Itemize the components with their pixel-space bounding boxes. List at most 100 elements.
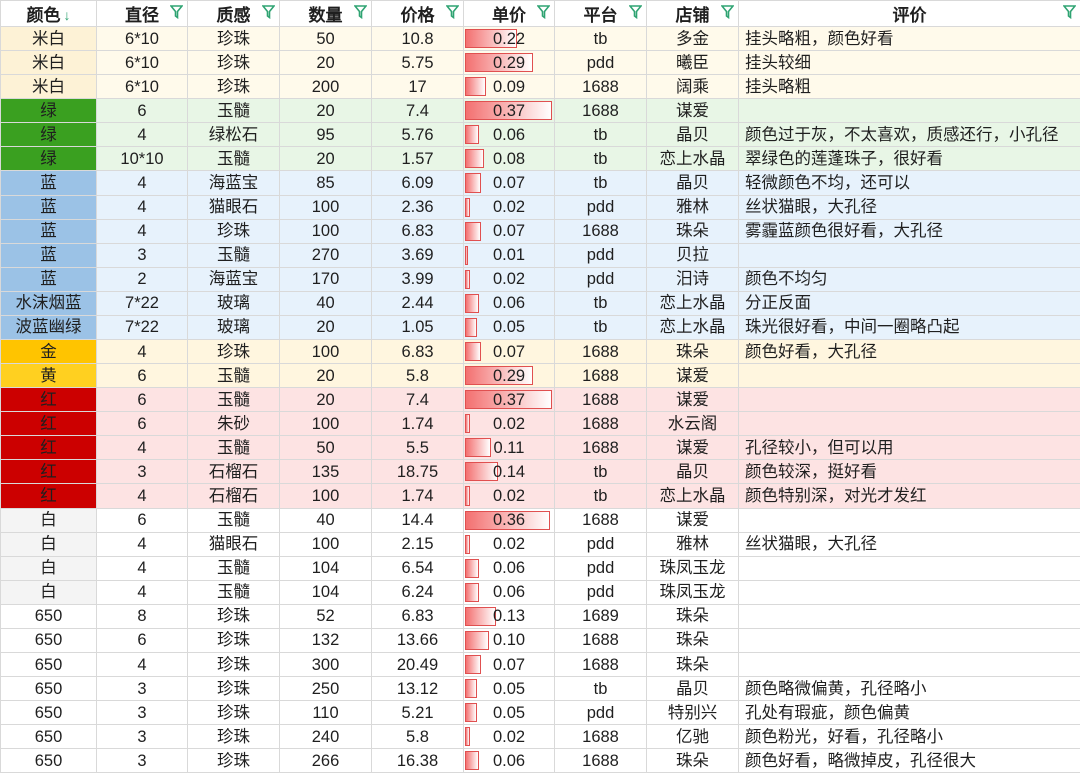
table-row[interactable]: 红 4 玉髓 50 5.5 0.11 1688 谋爱 孔径较小，但可以用 bbox=[0, 435, 1080, 461]
cell-color[interactable]: 650 bbox=[0, 700, 97, 726]
cell-review[interactable] bbox=[738, 98, 1080, 124]
cell-texture[interactable]: 珍珠 bbox=[187, 50, 280, 76]
column-header-diameter[interactable]: 直径 bbox=[96, 0, 188, 27]
cell-review[interactable] bbox=[738, 411, 1080, 437]
cell-color[interactable]: 蓝 bbox=[0, 266, 97, 292]
sort-descending-icon[interactable]: ↓ bbox=[64, 7, 71, 23]
cell-price[interactable]: 6.54 bbox=[371, 555, 464, 581]
cell-platform[interactable]: 1688 bbox=[554, 507, 647, 533]
cell-price[interactable]: 5.21 bbox=[371, 700, 464, 726]
cell-texture[interactable]: 珍珠 bbox=[187, 700, 280, 726]
cell-texture[interactable]: 玉髓 bbox=[187, 242, 280, 268]
cell-shop[interactable]: 多金 bbox=[646, 25, 739, 52]
cell-unit-price[interactable]: 0.02 bbox=[463, 411, 555, 437]
cell-unit-price[interactable]: 0.13 bbox=[463, 603, 555, 629]
cell-review[interactable]: 颜色过于灰，不太喜欢，质感还行，小孔径 bbox=[738, 122, 1080, 148]
cell-color[interactable]: 650 bbox=[0, 748, 97, 774]
cell-shop[interactable]: 曦臣 bbox=[646, 50, 739, 76]
cell-review[interactable]: 轻微颜色不均，还可以 bbox=[738, 170, 1080, 196]
cell-texture[interactable]: 珍珠 bbox=[187, 25, 280, 52]
cell-platform[interactable]: tb bbox=[554, 170, 647, 196]
cell-platform[interactable]: tb bbox=[554, 483, 647, 509]
cell-shop[interactable]: 水云阁 bbox=[646, 411, 739, 437]
cell-shop[interactable]: 特别兴 bbox=[646, 700, 739, 726]
column-header-unit-price[interactable]: 单价 bbox=[463, 0, 555, 27]
cell-shop[interactable]: 恋上水晶 bbox=[646, 483, 739, 509]
cell-review[interactable] bbox=[738, 507, 1080, 533]
cell-texture[interactable]: 玉髓 bbox=[187, 435, 280, 461]
cell-shop[interactable]: 珠朵 bbox=[646, 652, 739, 678]
cell-review[interactable]: 颜色粉光，好看，孔径略小 bbox=[738, 724, 1080, 750]
cell-shop[interactable]: 汨诗 bbox=[646, 266, 739, 292]
cell-quantity[interactable]: 100 bbox=[279, 483, 372, 509]
cell-shop[interactable]: 雅林 bbox=[646, 194, 739, 220]
cell-price[interactable]: 1.57 bbox=[371, 146, 464, 172]
cell-unit-price[interactable]: 0.06 bbox=[463, 579, 555, 605]
cell-price[interactable]: 6.83 bbox=[371, 339, 464, 365]
table-row[interactable]: 水沫烟蓝 7*22 玻璃 40 2.44 0.06 tb 恋上水晶 分正反面 bbox=[0, 290, 1080, 316]
cell-shop[interactable]: 亿驰 bbox=[646, 724, 739, 750]
cell-diameter[interactable]: 4 bbox=[96, 122, 188, 148]
cell-diameter[interactable]: 4 bbox=[96, 339, 188, 365]
cell-price[interactable]: 14.4 bbox=[371, 507, 464, 533]
cell-price[interactable]: 2.36 bbox=[371, 194, 464, 220]
cell-platform[interactable]: 1688 bbox=[554, 652, 647, 678]
cell-platform[interactable]: pdd bbox=[554, 194, 647, 220]
cell-platform[interactable]: 1688 bbox=[554, 387, 647, 413]
cell-review[interactable] bbox=[738, 579, 1080, 605]
cell-diameter[interactable]: 6 bbox=[96, 627, 188, 654]
cell-unit-price[interactable]: 0.14 bbox=[463, 459, 555, 485]
cell-texture[interactable]: 珍珠 bbox=[187, 627, 280, 654]
cell-diameter[interactable]: 6 bbox=[96, 507, 188, 533]
filter-icon[interactable] bbox=[446, 5, 459, 19]
cell-platform[interactable]: tb bbox=[554, 122, 647, 148]
cell-unit-price[interactable]: 0.09 bbox=[463, 74, 555, 100]
cell-quantity[interactable]: 40 bbox=[279, 507, 372, 533]
table-row[interactable]: 650 8 珍珠 52 6.83 0.13 1689 珠朵 bbox=[0, 603, 1080, 629]
cell-price[interactable]: 3.99 bbox=[371, 266, 464, 292]
cell-unit-price[interactable]: 0.07 bbox=[463, 218, 555, 244]
cell-color[interactable]: 金 bbox=[0, 339, 97, 365]
cell-price[interactable]: 16.38 bbox=[371, 748, 464, 774]
table-row[interactable]: 绿 6 玉髓 20 7.4 0.37 1688 谋爱 bbox=[0, 98, 1080, 124]
cell-shop[interactable]: 晶贝 bbox=[646, 459, 739, 485]
cell-unit-price[interactable]: 0.06 bbox=[463, 555, 555, 581]
cell-quantity[interactable]: 20 bbox=[279, 314, 372, 341]
cell-price[interactable]: 5.75 bbox=[371, 50, 464, 76]
cell-unit-price[interactable]: 0.06 bbox=[463, 748, 555, 774]
cell-review[interactable]: 挂头略粗 bbox=[738, 74, 1080, 100]
table-row[interactable]: 绿 4 绿松石 95 5.76 0.06 tb 晶贝 颜色过于灰，不太喜欢，质感还行，小孔径 bbox=[0, 122, 1080, 148]
cell-price[interactable]: 3.69 bbox=[371, 242, 464, 268]
cell-review[interactable]: 颜色好看，大孔径 bbox=[738, 339, 1080, 365]
cell-platform[interactable]: 1688 bbox=[554, 98, 647, 124]
cell-platform[interactable]: 1688 bbox=[554, 748, 647, 774]
cell-quantity[interactable]: 20 bbox=[279, 98, 372, 124]
cell-unit-price[interactable]: 0.07 bbox=[463, 652, 555, 678]
cell-color[interactable]: 绿 bbox=[0, 122, 97, 148]
table-row[interactable]: 白 4 玉髓 104 6.24 0.06 pdd 珠凤玉龙 bbox=[0, 579, 1080, 605]
cell-quantity[interactable]: 240 bbox=[279, 724, 372, 750]
cell-review[interactable]: 挂头较细 bbox=[738, 50, 1080, 76]
cell-diameter[interactable]: 4 bbox=[96, 194, 188, 220]
cell-review[interactable]: 丝状猫眼，大孔径 bbox=[738, 531, 1080, 557]
cell-quantity[interactable]: 50 bbox=[279, 435, 372, 461]
cell-quantity[interactable]: 40 bbox=[279, 290, 372, 316]
table-row[interactable]: 蓝 2 海蓝宝 170 3.99 0.02 pdd 汨诗 颜色不均匀 bbox=[0, 266, 1080, 292]
cell-quantity[interactable]: 20 bbox=[279, 363, 372, 389]
cell-color[interactable]: 米白 bbox=[0, 25, 97, 52]
cell-quantity[interactable]: 104 bbox=[279, 579, 372, 605]
cell-price[interactable]: 1.74 bbox=[371, 411, 464, 437]
cell-color[interactable]: 米白 bbox=[0, 74, 97, 100]
cell-texture[interactable]: 玉髓 bbox=[187, 555, 280, 581]
cell-diameter[interactable]: 7*22 bbox=[96, 290, 188, 316]
cell-diameter[interactable]: 3 bbox=[96, 242, 188, 268]
cell-color[interactable]: 水沫烟蓝 bbox=[0, 290, 97, 316]
cell-review[interactable] bbox=[738, 652, 1080, 678]
cell-review[interactable]: 挂头略粗，颜色好看 bbox=[738, 25, 1080, 52]
cell-diameter[interactable]: 4 bbox=[96, 483, 188, 509]
cell-shop[interactable]: 雅林 bbox=[646, 531, 739, 557]
cell-review[interactable]: 翠绿色的莲蓬珠子，很好看 bbox=[738, 146, 1080, 172]
cell-texture[interactable]: 玉髓 bbox=[187, 363, 280, 389]
cell-diameter[interactable]: 4 bbox=[96, 579, 188, 605]
cell-price[interactable]: 20.49 bbox=[371, 652, 464, 678]
